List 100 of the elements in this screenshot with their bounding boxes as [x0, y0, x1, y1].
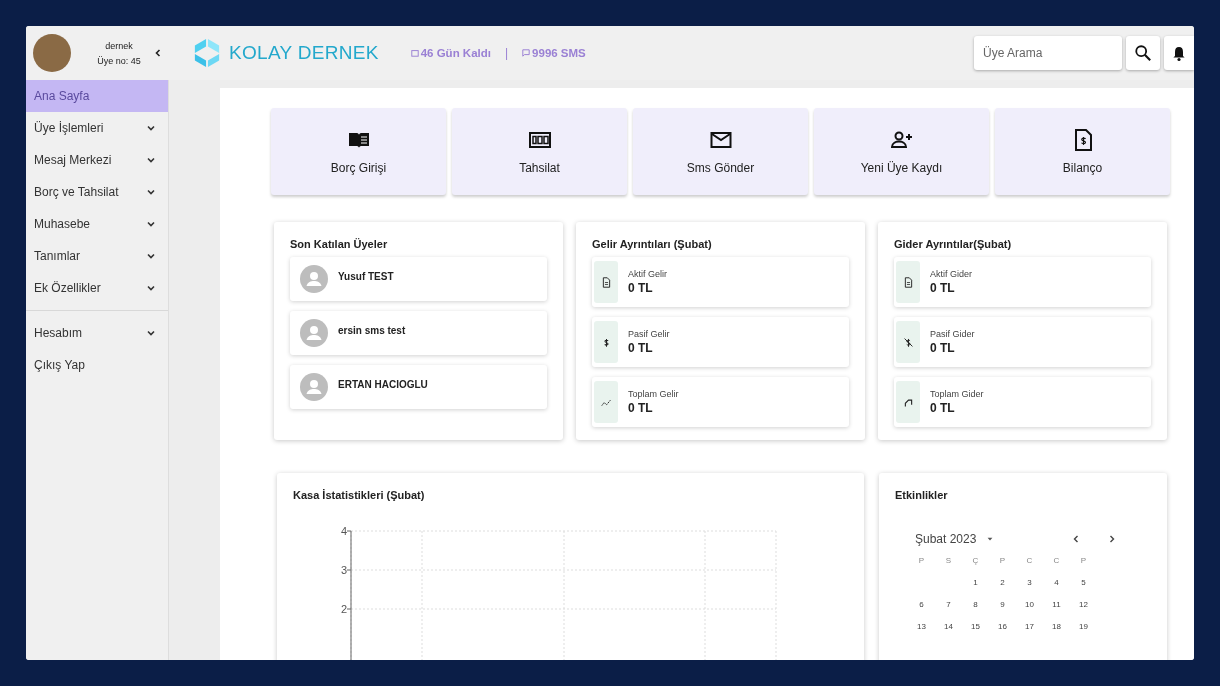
- calendar-day[interactable]: 6: [908, 600, 935, 609]
- avatar-icon: [300, 319, 328, 347]
- card-title: Gelir Ayrıntıları (Şubat): [592, 238, 713, 250]
- axis-label: 2: [339, 603, 347, 615]
- weekday-label: Ç: [971, 556, 980, 565]
- shortcut-button[interactable]: Tahsilat: [452, 108, 627, 195]
- search-button[interactable]: [1126, 36, 1160, 70]
- calendar-icon: [410, 49, 419, 57]
- calendar-day[interactable]: 12: [1070, 600, 1097, 609]
- stat-label: Aktif Gider: [930, 269, 972, 279]
- axis-label: 3: [339, 564, 347, 576]
- avatar-icon: [300, 373, 328, 401]
- sidebar-item[interactable]: Çıkış Yap: [26, 349, 168, 381]
- user-name: dernek: [105, 40, 133, 51]
- calendar-day[interactable]: 19: [1070, 622, 1097, 631]
- calendar-day[interactable]: 11: [1043, 600, 1070, 609]
- bell-icon: [1171, 44, 1187, 62]
- card-title: Kasa İstatistikleri (Şubat): [293, 489, 426, 501]
- calendar-day[interactable]: 3: [1016, 578, 1043, 587]
- sidebar-item[interactable]: Ek Özellikler: [26, 272, 168, 304]
- member-name: ERTAN HACIOGLU: [338, 379, 428, 390]
- member-search-field[interactable]: Üye Arama: [974, 36, 1122, 70]
- dropdown-caret-icon[interactable]: [986, 535, 995, 543]
- stat-label: Pasif Gelir: [628, 329, 670, 339]
- stat-label: Toplam Gelir: [628, 389, 679, 399]
- chevron-down-icon: [146, 251, 156, 261]
- search-icon: [1134, 44, 1152, 62]
- sidebar-item[interactable]: Üye İşlemleri: [26, 112, 168, 144]
- calendar-day[interactable]: 13: [908, 622, 935, 631]
- calendar-day[interactable]: 17: [1016, 622, 1043, 631]
- member-name: ersin sms test: [338, 325, 406, 336]
- chevron-down-icon: [146, 328, 156, 338]
- avatar-icon: [300, 265, 328, 293]
- notifications-button[interactable]: [1164, 36, 1194, 70]
- weekday-label: C: [1052, 556, 1061, 565]
- chevron-right-icon: [1107, 534, 1117, 544]
- chevron-down-icon: [146, 187, 156, 197]
- logo-icon: [193, 38, 221, 68]
- shortcut-button[interactable]: Yeni Üye Kaydı: [814, 108, 989, 195]
- trend-up-icon: [902, 396, 914, 408]
- document-icon: [600, 276, 612, 288]
- month-label: Şubat 2023: [915, 532, 977, 546]
- stat-amount: 0 TL: [628, 281, 654, 295]
- calendar-day[interactable]: 5: [1070, 578, 1097, 587]
- sms-count-label: 9996 SMS: [522, 47, 586, 59]
- crossed-dollar-icon: [902, 336, 914, 348]
- avatar-photo-placeholder: [33, 34, 71, 72]
- chevron-down-icon: [146, 219, 156, 229]
- weekday-label: P: [917, 556, 926, 565]
- sidebar-item[interactable]: Tanımlar: [26, 240, 168, 272]
- calendar-day[interactable]: 10: [1016, 600, 1043, 609]
- calendar-day[interactable]: 14: [935, 622, 962, 631]
- calendar-day[interactable]: 7: [935, 600, 962, 609]
- calendar-day[interactable]: 16: [989, 622, 1016, 631]
- calendar-day[interactable]: 18: [1043, 622, 1070, 631]
- calendar-day[interactable]: 9: [989, 600, 1016, 609]
- shortcut-button[interactable]: Borç Girişi: [271, 108, 446, 195]
- stat-amount: 0 TL: [628, 341, 654, 355]
- chevron-down-icon: [146, 283, 156, 293]
- calendar-day[interactable]: 8: [962, 600, 989, 609]
- member-item[interactable]: ERTAN HACIOGLU: [290, 365, 547, 409]
- chevron-left-icon: [1071, 534, 1081, 544]
- document-icon: [902, 276, 914, 288]
- card-title: Etkinlikler: [895, 489, 949, 501]
- member-name: Yusuf TEST: [338, 271, 394, 282]
- stat-label: Pasif Gider: [930, 329, 975, 339]
- weekday-label: P: [998, 556, 1007, 565]
- sidebar-item[interactable]: Ana Sayfa: [26, 80, 168, 112]
- member-number: Üye no: 45: [97, 55, 141, 66]
- calendar-day[interactable]: 4: [1043, 578, 1070, 587]
- shortcut-button[interactable]: Bilanço: [995, 108, 1170, 195]
- calendar-day[interactable]: 15: [962, 622, 989, 631]
- sidebar-item[interactable]: Borç ve Tahsilat: [26, 176, 168, 208]
- stat-amount: 0 TL: [930, 341, 956, 355]
- stat-amount: 0 TL: [930, 281, 956, 295]
- sidebar-item[interactable]: Muhasebe: [26, 208, 168, 240]
- chevron-left-icon: [153, 48, 163, 58]
- member-item[interactable]: Yusuf TEST: [290, 257, 547, 301]
- calendar-day[interactable]: 2: [989, 578, 1016, 587]
- shortcut-button[interactable]: Sms Gönder: [633, 108, 808, 195]
- message-icon: [522, 49, 531, 57]
- days-left-label: 46 Gün Kaldı: [410, 47, 491, 59]
- weekday-label: P: [1079, 556, 1088, 565]
- sidebar-item[interactable]: Mesaj Merkezi: [26, 144, 168, 176]
- calendar-day[interactable]: 1: [962, 578, 989, 587]
- chevron-down-icon: [146, 123, 156, 133]
- chevron-down-icon: [146, 155, 156, 165]
- stat-label: Aktif Gelir: [628, 269, 667, 279]
- stat-amount: 0 TL: [930, 401, 956, 415]
- stat-label: Toplam Gider: [930, 389, 984, 399]
- logo-text: KOLAY DERNEK: [229, 42, 379, 64]
- axis-label: 4: [339, 525, 347, 537]
- card-title: Gider Ayrıntılar(Şubat): [894, 238, 1013, 250]
- separator: |: [504, 46, 509, 60]
- stat-amount: 0 TL: [628, 401, 654, 415]
- weekday-label: S: [944, 556, 953, 565]
- sidebar-item[interactable]: Hesabım: [26, 317, 168, 349]
- weekday-label: C: [1025, 556, 1034, 565]
- card-title: Son Katılan Üyeler: [290, 238, 389, 250]
- member-item[interactable]: ersin sms test: [290, 311, 547, 355]
